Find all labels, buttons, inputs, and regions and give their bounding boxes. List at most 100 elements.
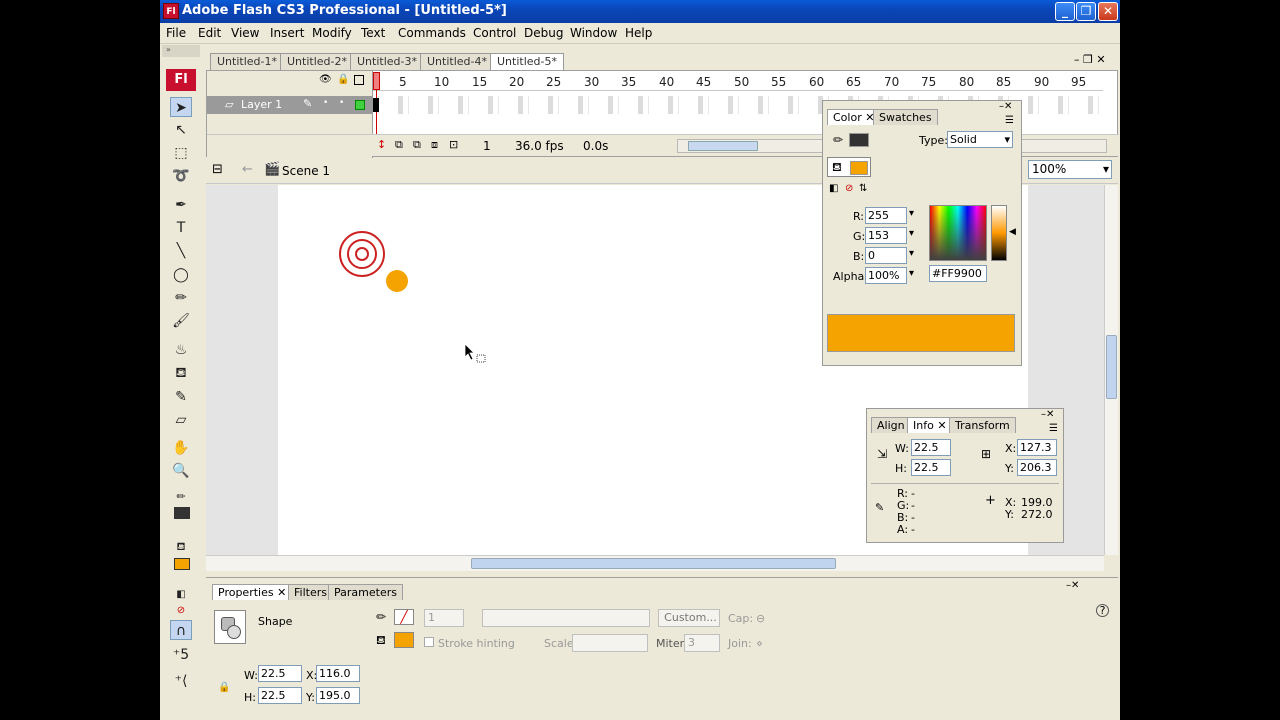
type-select[interactable]: Solid ▾ [947,131,1013,148]
menu-view[interactable]: View [231,26,259,40]
stroke-color-button[interactable]: ╱ [394,609,414,625]
menu-insert[interactable]: Insert [270,26,304,40]
tools-panel-grip[interactable]: » [162,45,200,57]
brightness-marker-icon[interactable]: ◀ [1009,227,1016,237]
hand-tool-icon[interactable]: ✋ [170,438,192,458]
scene-name[interactable]: Scene 1 [282,164,330,178]
eyedropper-tool-icon[interactable]: ✎ [170,387,192,407]
swap-colors-icon[interactable]: ⇅ [859,183,867,194]
lock-width-height-icon[interactable]: 🔒 [218,682,230,693]
target-ring-middle[interactable] [347,239,377,269]
snap-to-objects-icon[interactable]: ∩ [170,620,192,640]
outline-icon[interactable] [354,75,364,85]
tab-align[interactable]: Align [871,417,911,433]
title-bar[interactable]: Fl Adobe Flash CS3 Professional - [Untit… [160,0,1120,23]
tab-properties[interactable]: Properties ✕ [212,584,293,600]
fill-color-button[interactable] [394,632,414,648]
playhead[interactable] [373,72,380,90]
stage-vertical-scrollbar[interactable] [1104,185,1118,555]
document-tab[interactable]: Untitled-1* [210,53,284,70]
stage-horizontal-scrollbar[interactable] [206,555,1104,571]
fill-color-swatch[interactable] [174,558,190,570]
help-icon[interactable]: ? [1096,604,1109,617]
document-tab[interactable]: Untitled-2* [280,53,354,70]
menu-file[interactable]: File [166,26,186,40]
show-hide-icon[interactable]: 👁 [319,74,332,85]
onion-skin-icon[interactable]: ⧉ [395,138,403,152]
straighten-icon[interactable]: ⁺⟨ [170,671,192,691]
stroke-style-select[interactable] [482,609,650,627]
panel-menu-icon[interactable]: ☰ [1005,115,1014,126]
red-slider-chevron-icon[interactable]: ▾ [909,208,914,219]
tab-filters[interactable]: Filters [288,584,333,600]
prop-y-input[interactable]: 195.0 [316,687,360,704]
ink-bottle-tool-icon[interactable]: ♨ [170,340,192,360]
keyframe[interactable] [373,98,379,112]
stroke-color-swatch[interactable] [849,133,869,147]
back-arrow-icon[interactable]: ← [242,162,253,177]
hex-input[interactable]: #FF9900 [929,265,987,282]
timeline-toggle-icon[interactable]: ⊟ [212,162,223,177]
frame-rate[interactable]: 36.0 fps [515,139,564,153]
black-white-icon[interactable]: ◧ [829,183,838,194]
horizontal-scroll-thumb[interactable] [471,558,836,569]
alpha-slider-chevron-icon[interactable]: ▾ [909,268,914,279]
vertical-scroll-thumb[interactable] [1106,335,1117,399]
tab-parameters[interactable]: Parameters [328,584,403,600]
prop-width-input[interactable]: 22.5 [258,665,302,682]
pencil-tool-icon[interactable]: ✏ [170,288,192,308]
menu-commands[interactable]: Commands [398,26,466,40]
center-frame-icon[interactable]: ↕ [377,138,386,151]
panel-close-icon[interactable]: –✕ [1041,409,1054,420]
red-input[interactable]: 255 [865,207,907,224]
frames-ruler[interactable]: 1 5 10 15 20 25 30 35 40 45 50 55 60 65 … [373,71,1103,91]
miter-input[interactable]: 3 [684,634,720,652]
oval-tool-icon[interactable]: ◯ [170,265,192,285]
join-icon[interactable]: ⋄ [756,637,763,650]
prop-height-input[interactable]: 22.5 [258,687,302,704]
height-input[interactable]: 22.5 [911,459,951,476]
free-transform-tool-icon[interactable]: ⬚ [170,143,192,163]
blue-input[interactable]: 0 [865,247,907,264]
modify-onion-markers-icon[interactable]: ⊡ [449,138,458,151]
custom-button[interactable]: Custom... [658,609,720,627]
fill-color-swatch[interactable] [850,161,868,175]
lasso-tool-icon[interactable]: ➰ [170,166,192,186]
orange-circle-shape[interactable] [386,270,408,292]
stroke-height-input[interactable]: 1 [424,609,464,627]
edit-multiple-frames-icon[interactable]: ⧈ [431,138,438,152]
selection-tool-icon[interactable]: ➤ [170,97,192,117]
menu-window[interactable]: Window [570,26,617,40]
eraser-tool-icon[interactable]: ▱ [170,410,192,430]
stroke-hinting-checkbox[interactable] [424,637,434,647]
menu-text[interactable]: Text [361,26,385,40]
fill-selector[interactable]: ⛾ [827,157,871,177]
lock-icon[interactable]: 🔒 [337,74,349,85]
minimize-button[interactable]: _ [1055,2,1075,21]
menu-debug[interactable]: Debug [524,26,563,40]
layer-visible-dot[interactable]: • [323,98,328,108]
zoom-select[interactable]: 100% ▾ [1028,160,1112,179]
brush-tool-icon[interactable]: 🖌 [170,311,192,331]
no-color-icon[interactable]: ⊘ [845,183,853,194]
smooth-icon[interactable]: ⁺5 [170,645,192,665]
color-spectrum[interactable] [929,205,987,261]
tab-info[interactable]: Info ✕ [907,417,953,433]
onion-skin-outlines-icon[interactable]: ⧉ [413,138,421,152]
layer-outline-color[interactable] [355,100,365,110]
target-ring-inner[interactable] [355,247,369,261]
stage-shapes[interactable] [338,230,418,300]
document-tab-active[interactable]: Untitled-5* [490,53,564,70]
document-window-controls[interactable]: – ❐ ✕ [1074,53,1106,66]
menu-control[interactable]: Control [473,26,516,40]
green-input[interactable]: 153 [865,227,907,244]
no-color-icon[interactable]: ⊘ [170,601,192,621]
alpha-input[interactable]: 100% [865,267,907,284]
layer-row[interactable]: ▱ Layer 1 ✎ • • [207,96,373,114]
panel-collapse-icon[interactable]: –✕ [1066,580,1079,591]
tab-transform[interactable]: Transform [949,417,1016,433]
prop-x-input[interactable]: 116.0 [316,665,360,682]
panel-menu-icon[interactable]: ☰ [1049,423,1058,434]
document-tab[interactable]: Untitled-3* [350,53,424,70]
subselection-tool-icon[interactable]: ↖ [170,120,192,140]
